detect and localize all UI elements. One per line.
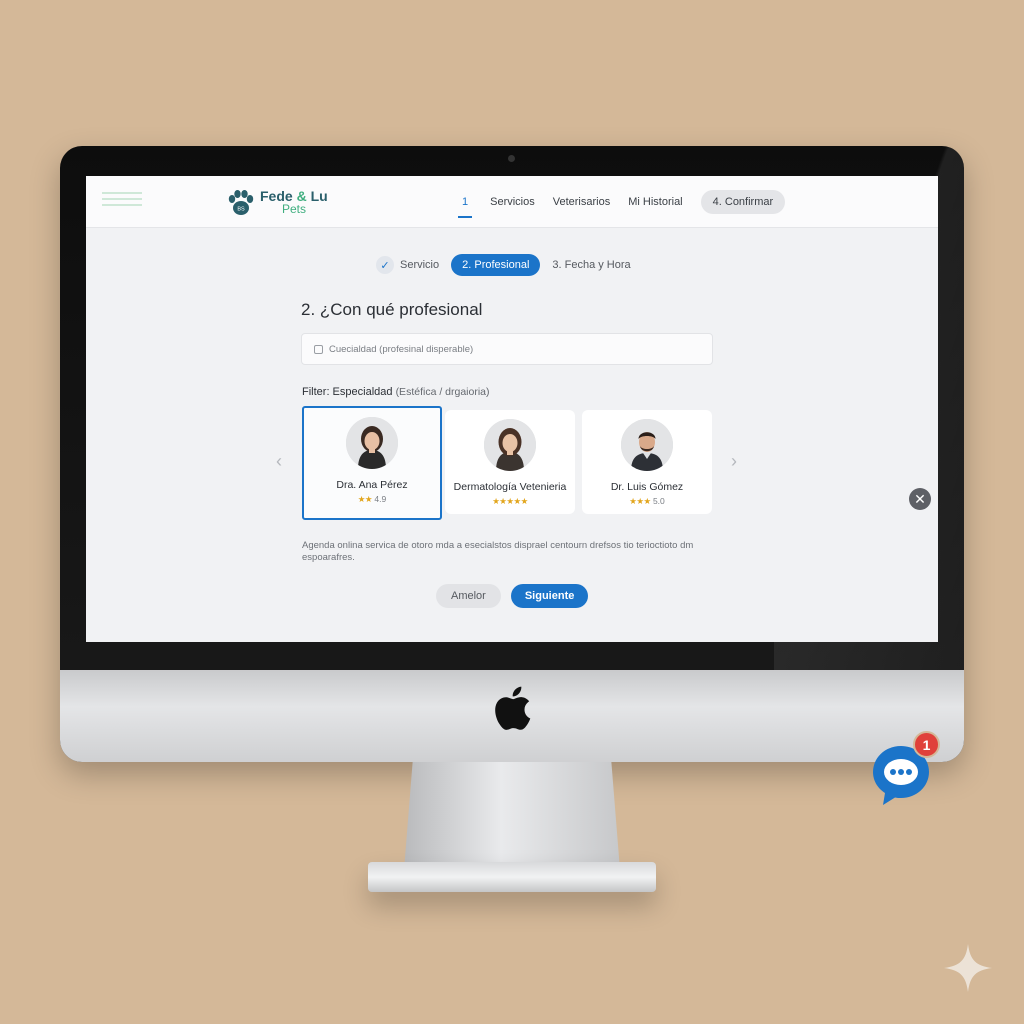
search-placeholder: Cuecialdad (profesinal disperable) bbox=[329, 343, 474, 355]
professional-card-ana[interactable]: Dra. Ana Pérez ★★ 4.9 bbox=[302, 406, 442, 520]
description-text: Agenda onlina servica de otoro mda a ese… bbox=[302, 540, 694, 563]
avatar bbox=[346, 417, 398, 469]
avatar bbox=[484, 419, 536, 471]
professional-name: Dermatología Vetenieria bbox=[453, 481, 567, 493]
professional-rating: ★★★★★ bbox=[445, 496, 575, 507]
form-actions: Amelor Siguiente bbox=[436, 584, 589, 608]
nav-item-historial[interactable]: Mi Historial bbox=[628, 196, 682, 208]
previous-button[interactable]: Amelor bbox=[436, 584, 501, 608]
chat-notification-badge: 1 bbox=[913, 731, 940, 758]
nav-confirm-button[interactable]: 4. Confirmar bbox=[700, 190, 786, 214]
professional-card-luis[interactable]: Dr. Luis Gómez ★★★ 5.0 bbox=[582, 410, 712, 514]
apple-logo bbox=[495, 686, 531, 730]
nav-item-servicios[interactable]: Servicios bbox=[490, 196, 535, 208]
rating-stars: ★★ bbox=[357, 494, 373, 504]
professional-name: Dra. Ana Pérez bbox=[336, 479, 408, 491]
professional-card-dermatologia[interactable]: Dermatología Vetenieria ★★★★★ bbox=[445, 410, 575, 514]
rating-score: 5.0 bbox=[652, 496, 665, 506]
chevron-left-icon[interactable]: ‹ bbox=[276, 451, 282, 472]
page-title: 2. ¿Con qué profesional bbox=[301, 300, 483, 319]
paw-icon: BS bbox=[228, 190, 254, 215]
nav-item-1[interactable]: 1 bbox=[458, 192, 473, 218]
professional-rating: ★★ 4.9 bbox=[304, 494, 440, 505]
rating-stars: ★★★★★ bbox=[492, 496, 528, 506]
paw-badge: BS bbox=[237, 207, 245, 213]
brand-logo[interactable]: BS Fede & Lu Pets bbox=[226, 188, 328, 218]
booking-stepper: ✓ Servicio 2. Profesional 3. Fecha y Hor… bbox=[376, 254, 631, 276]
step-servicio[interactable]: ✓ Servicio bbox=[376, 256, 439, 274]
rating-stars: ★★★ bbox=[629, 496, 651, 506]
check-icon: ✓ bbox=[376, 256, 394, 274]
filter-sub: (Estéfica / drgaioria) bbox=[395, 386, 490, 398]
brand-subtitle: Pets bbox=[282, 202, 307, 216]
filter-label: Filter: Especialdad (Estéfica / drgaiori… bbox=[302, 386, 490, 398]
chevron-right-icon[interactable]: › bbox=[731, 451, 737, 472]
step-profesional[interactable]: 2. Profesional bbox=[451, 254, 541, 276]
monitor-chin bbox=[60, 670, 964, 762]
brand-name-part2: Lu bbox=[310, 188, 328, 204]
main-nav: 1 Servicios Veterisarios Mi Historial 4.… bbox=[458, 190, 786, 218]
next-button[interactable]: Siguiente bbox=[510, 584, 589, 608]
monitor-base bbox=[368, 862, 656, 892]
filter-label-text: Filter: Especialdad bbox=[302, 386, 393, 398]
sparkle-icon bbox=[944, 944, 992, 992]
professional-name: Dr. Luis Gómez bbox=[610, 481, 684, 493]
avatar bbox=[621, 419, 673, 471]
ghost-menu-lines bbox=[102, 192, 142, 212]
browser-screen: BS Fede & Lu Pets 1 Servicios Veterisari… bbox=[86, 176, 938, 642]
webcam bbox=[508, 155, 515, 162]
step-servicio-label: Servicio bbox=[400, 259, 440, 271]
nav-item-veterinarios[interactable]: Veterisarios bbox=[553, 196, 610, 208]
checkbox-icon bbox=[314, 344, 323, 354]
specialty-search-input[interactable]: Cuecialdad (profesinal disperable) bbox=[301, 333, 713, 365]
close-icon[interactable]: ✕ bbox=[909, 488, 931, 510]
rating-score: 4.9 bbox=[374, 494, 387, 504]
step-fecha-hora[interactable]: 3. Fecha y Hora bbox=[552, 259, 630, 271]
top-navbar: BS Fede & Lu Pets 1 Servicios Veterisari… bbox=[86, 176, 938, 228]
monitor-stand bbox=[404, 762, 620, 870]
professional-rating: ★★★ 5.0 bbox=[582, 496, 712, 507]
